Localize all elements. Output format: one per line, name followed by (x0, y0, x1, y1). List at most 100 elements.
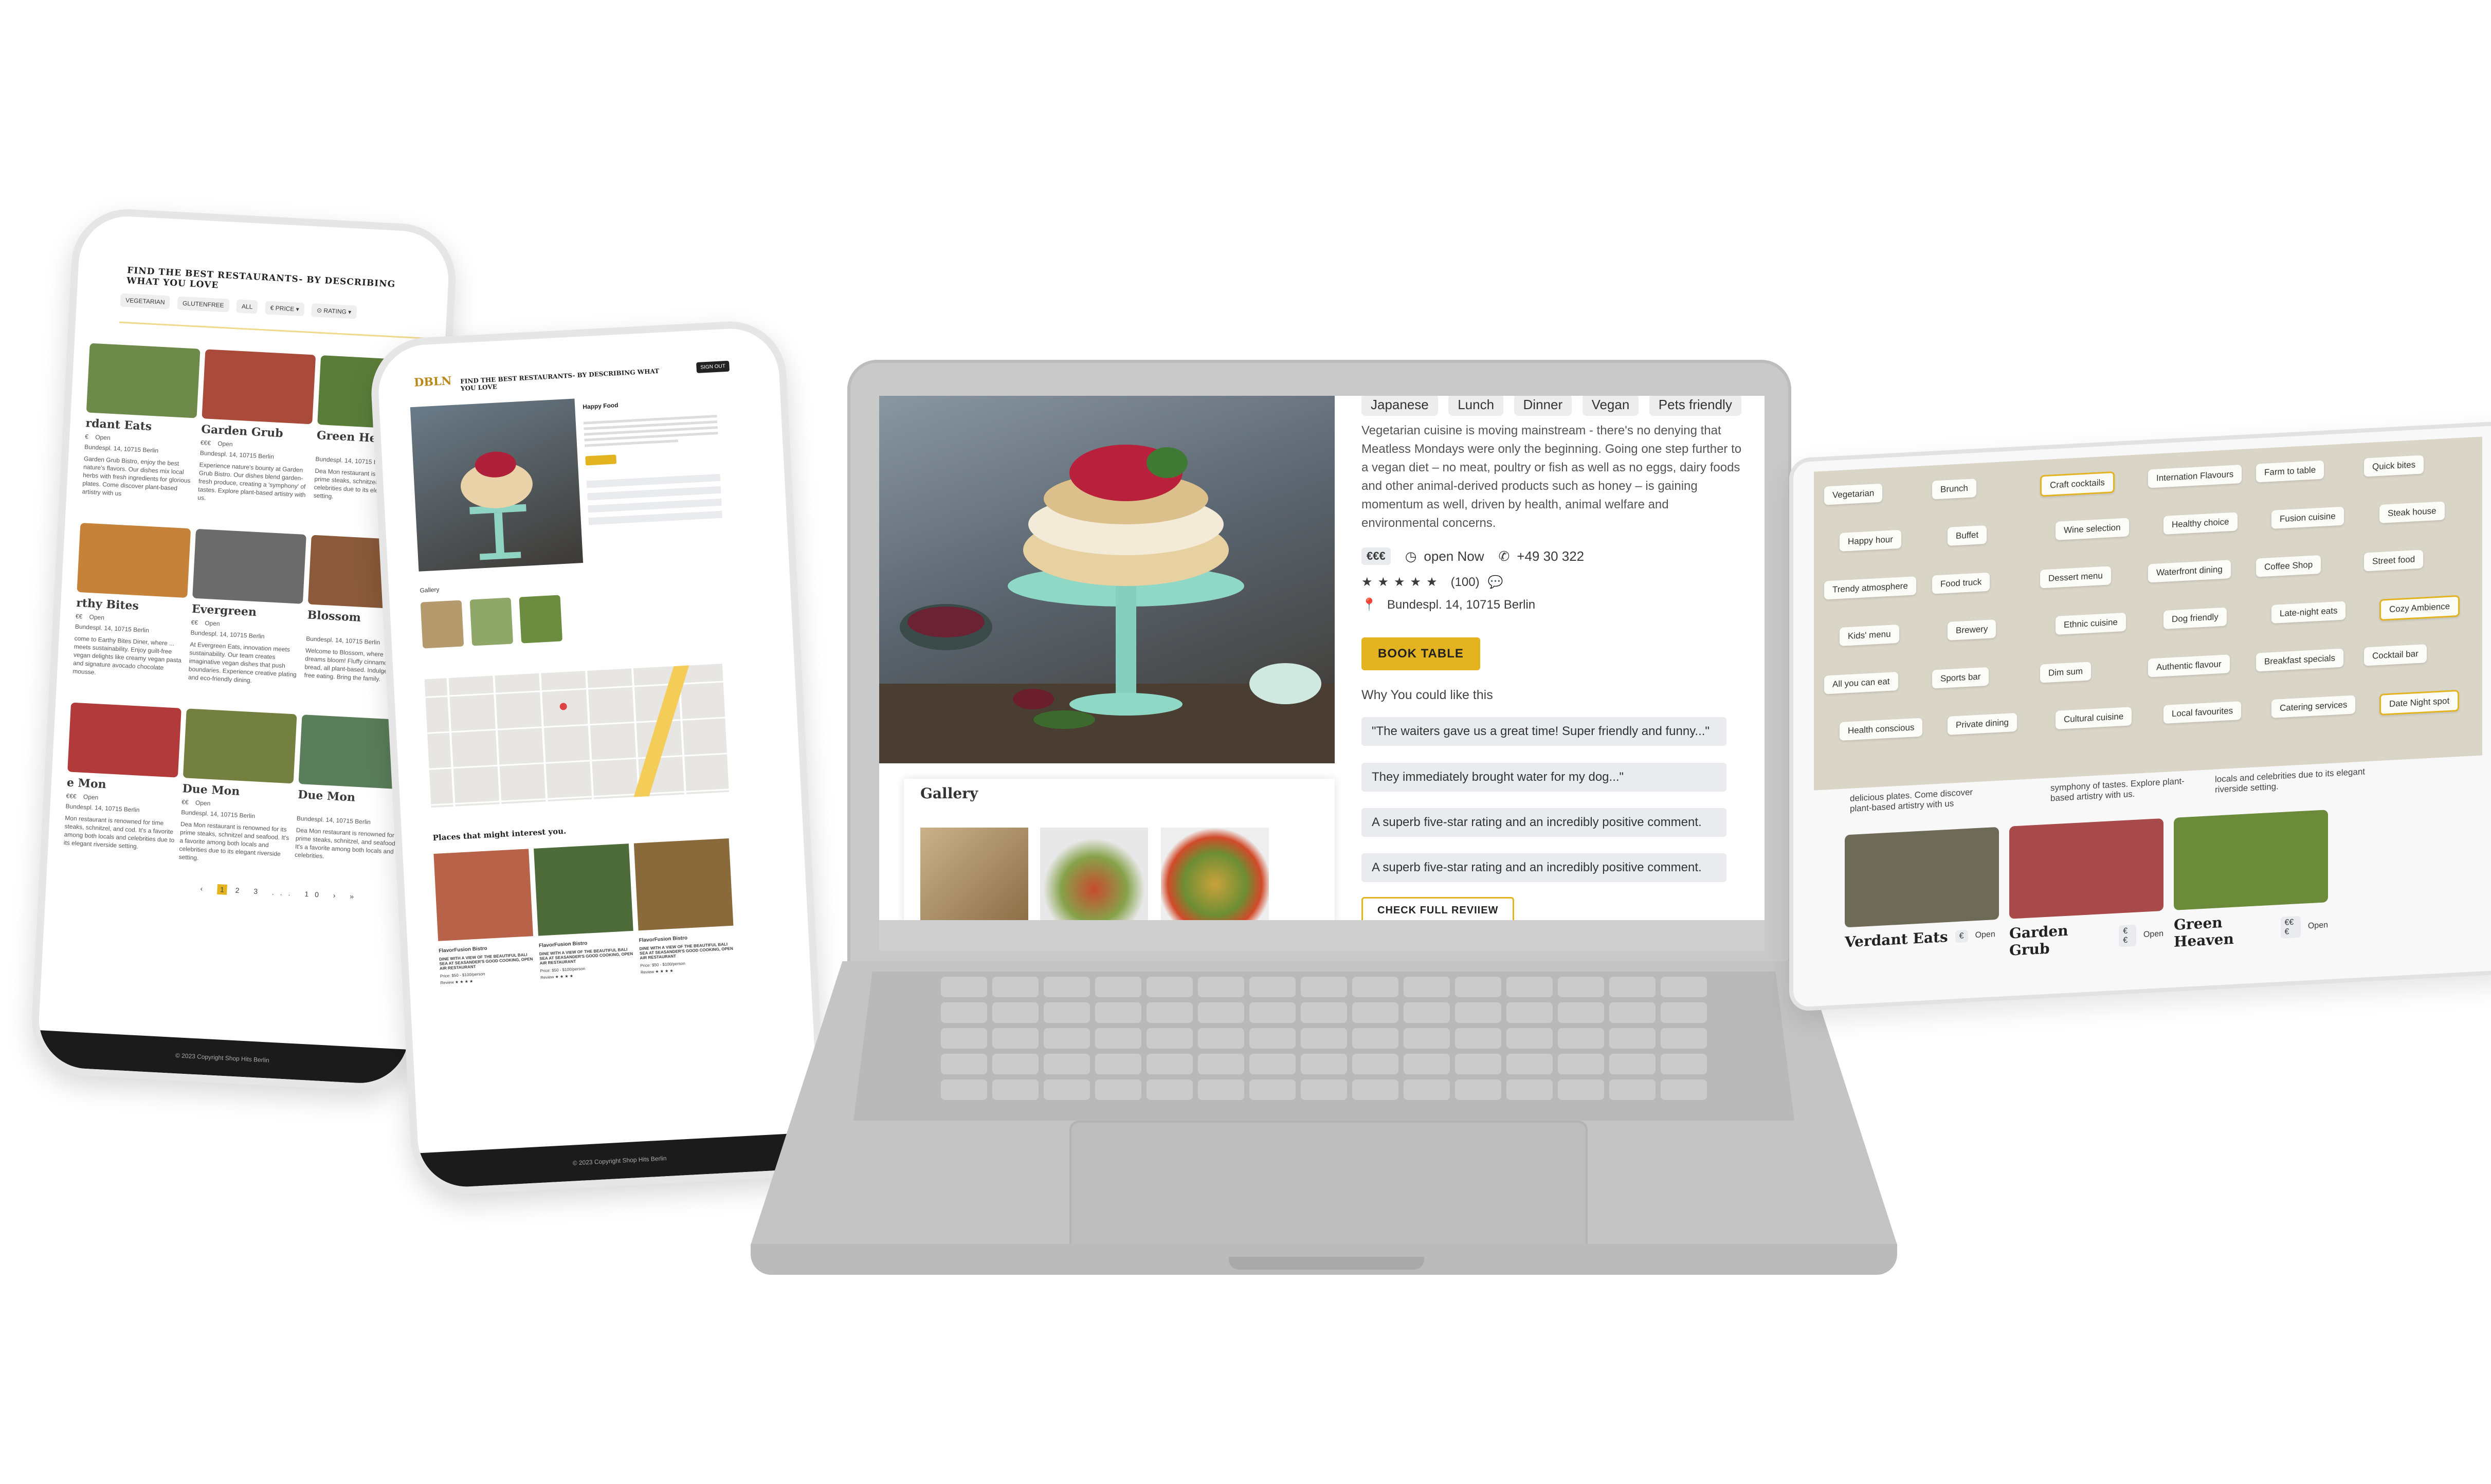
card-status: Open (83, 793, 99, 801)
filter-chip[interactable]: Wine selection (2056, 518, 2129, 540)
page-2[interactable]: 2 (235, 886, 246, 895)
filter-chip[interactable]: Dim sum (2040, 662, 2092, 683)
card-name: e Mon (66, 776, 107, 792)
card-description: At Evergreen Eats, innovation meets sust… (188, 640, 297, 684)
gallery-thumb[interactable] (1161, 828, 1269, 920)
filter-chip[interactable]: Street food (2364, 549, 2424, 572)
page-3[interactable]: 3 (253, 887, 264, 896)
filter-chip[interactable]: Farm to table (2256, 460, 2324, 483)
filter-chip[interactable]: Buffet (1948, 525, 1987, 546)
comments-icon[interactable]: 💬 (1488, 575, 1503, 590)
phone-number[interactable]: +49 30 322 (1517, 548, 1584, 564)
key (1147, 1002, 1193, 1023)
filter-chip[interactable]: ALL (236, 299, 259, 314)
card-name: Garden Grub (2009, 922, 2068, 959)
price-dropdown[interactable]: € PRICE ▾ (265, 301, 305, 317)
restaurant-card[interactable]: Evergreen €€ Open Bundespl. 14, 10715 Be… (188, 528, 306, 687)
filter-chip[interactable]: Authentic flavour (2148, 654, 2230, 677)
filter-chip[interactable]: Brewery (1948, 619, 1996, 640)
key (1147, 1054, 1193, 1074)
place-card[interactable]: FlavorFusion Bistro DINE WITH A VIEW OF … (534, 844, 635, 980)
filter-chip[interactable]: Health conscious (1840, 718, 1923, 741)
filter-chip[interactable]: Vegetarian (1824, 483, 1883, 505)
logo[interactable]: DBLN (414, 374, 452, 390)
restaurant-card[interactable]: Verdant Eats € Open (1845, 827, 1999, 950)
restaurant-card[interactable]: Due Mon €€ Open Bundespl. 14, 10715 Berl… (178, 708, 297, 867)
filter-chip[interactable]: Breakfast specials (2256, 648, 2343, 672)
filter-chip[interactable]: Sports bar (1932, 667, 1989, 689)
tag[interactable]: Pets friendly (1649, 396, 1741, 416)
rating-dropdown[interactable]: ⊙ RATING ▾ (311, 303, 357, 319)
filter-chip[interactable]: Cozy Ambience (2379, 595, 2460, 621)
page-prev[interactable]: ‹ (200, 884, 209, 893)
filter-chip[interactable]: Craft cocktails (2040, 471, 2115, 497)
card-price: €€€ (200, 439, 211, 447)
restaurant-card[interactable]: e Mon €€€ Open Bundespl. 14, 10715 Berli… (63, 702, 181, 853)
gallery-section: Gallery (904, 779, 1335, 920)
filter-chip[interactable]: Waterfront dining (2148, 560, 2231, 583)
filter-chip[interactable]: Date Night spot (2379, 689, 2460, 716)
tag[interactable]: Dinner (1514, 396, 1572, 416)
card-status: Open (195, 799, 211, 808)
card-description: Experience nature's bounty at Garden Gru… (197, 461, 306, 502)
filter-chip[interactable]: Happy hour (1840, 529, 1901, 552)
filter-chip[interactable]: Private dining (1948, 712, 2017, 735)
filter-chip[interactable]: Catering services (2271, 695, 2356, 718)
sign-out-button[interactable]: SIGN OUT (696, 360, 730, 373)
filter-chip[interactable]: VEGETARIAN (120, 293, 171, 309)
filter-chip[interactable]: Cocktail bar (2364, 644, 2427, 666)
tag[interactable]: Lunch (1448, 396, 1504, 416)
card-image (1845, 827, 1999, 928)
gallery-thumb[interactable] (1040, 828, 1148, 920)
card-snippet: delicious plates. Come discover plant-ba… (1850, 787, 1973, 814)
filter-chip[interactable]: Coffee Shop (2256, 555, 2321, 577)
restaurant-card[interactable]: rdant Eats € Open Bundespl. 14, 10715 Be… (82, 343, 201, 502)
filter-chip[interactable]: GLUTENFREE (177, 296, 230, 313)
key (1506, 1079, 1553, 1100)
page-next[interactable]: › (333, 891, 341, 900)
key (992, 1079, 1039, 1100)
filter-chip[interactable]: Quick bites (2364, 455, 2424, 477)
filter-chip[interactable]: Fusion cuisine (2271, 506, 2344, 529)
page-10[interactable]: 10 (304, 890, 325, 899)
filter-chip[interactable]: Dog friendly (2163, 607, 2227, 629)
filter-chip[interactable]: Brunch (1932, 479, 1976, 500)
card-description: Mon restaurant is renowned for time stea… (63, 814, 175, 850)
place-card[interactable]: FlavorFusion Bistro DINE WITH A VIEW OF … (633, 838, 736, 975)
filter-chip[interactable]: Ethnic cuisine (2056, 612, 2126, 635)
restaurant-card[interactable]: Garden Grub €€ Open (2009, 818, 2163, 959)
gallery-thumb[interactable] (920, 828, 1028, 920)
card-image (192, 528, 306, 604)
filter-chip[interactable]: Food truck (1932, 572, 1990, 594)
filter-chip[interactable]: Healthy choice (2163, 512, 2238, 535)
key (1558, 1002, 1604, 1023)
map[interactable] (424, 664, 729, 808)
filter-chip[interactable]: Late-night eats (2271, 601, 2346, 624)
page-last[interactable]: » (350, 892, 360, 901)
card-image (86, 343, 201, 418)
tag[interactable]: Japanese (1361, 396, 1438, 416)
review-quote: "The waiters gave us a great time! Super… (1361, 717, 1726, 746)
book-table-button[interactable]: BOOK TABLE (1361, 637, 1480, 670)
filter-chip[interactable]: Local favourites (2163, 701, 2242, 724)
place-card[interactable]: FlavorFusion Bistro DINE WITH A VIEW OF … (433, 849, 535, 985)
filter-chip[interactable]: Trendy atmosphere (1824, 576, 1916, 600)
filter-chip[interactable]: All you can eat (1824, 672, 1898, 694)
filter-chip[interactable]: Kids' menu (1840, 624, 1899, 646)
restaurant-card[interactable]: rthy Bites €€ Open Bundespl. 14, 10715 B… (72, 523, 191, 681)
check-review-button[interactable]: CHECK FULL REVIIEW (1361, 897, 1515, 920)
page-1[interactable]: 1 (216, 884, 228, 895)
key (992, 1002, 1039, 1023)
rating-count[interactable]: (100) (1451, 575, 1480, 590)
filter-chip[interactable]: Dessert menu (2040, 566, 2111, 589)
tag[interactable]: Vegan (1582, 396, 1639, 416)
key (1301, 1002, 1347, 1023)
filter-chip[interactable]: Steak house (2379, 501, 2445, 523)
map-pin-icon[interactable] (559, 703, 568, 710)
key (1095, 977, 1141, 997)
filter-chip[interactable]: Internation Flavours (2148, 464, 2242, 488)
restaurant-card[interactable]: Garden Grub €€€ Open Bundespl. 14, 10715… (197, 349, 316, 507)
clock-icon: ◷ (1405, 548, 1417, 564)
filter-chip[interactable]: Cultural cuisine (2056, 707, 2132, 729)
restaurant-card[interactable]: Green Heaven €€€ Open (2174, 810, 2328, 950)
